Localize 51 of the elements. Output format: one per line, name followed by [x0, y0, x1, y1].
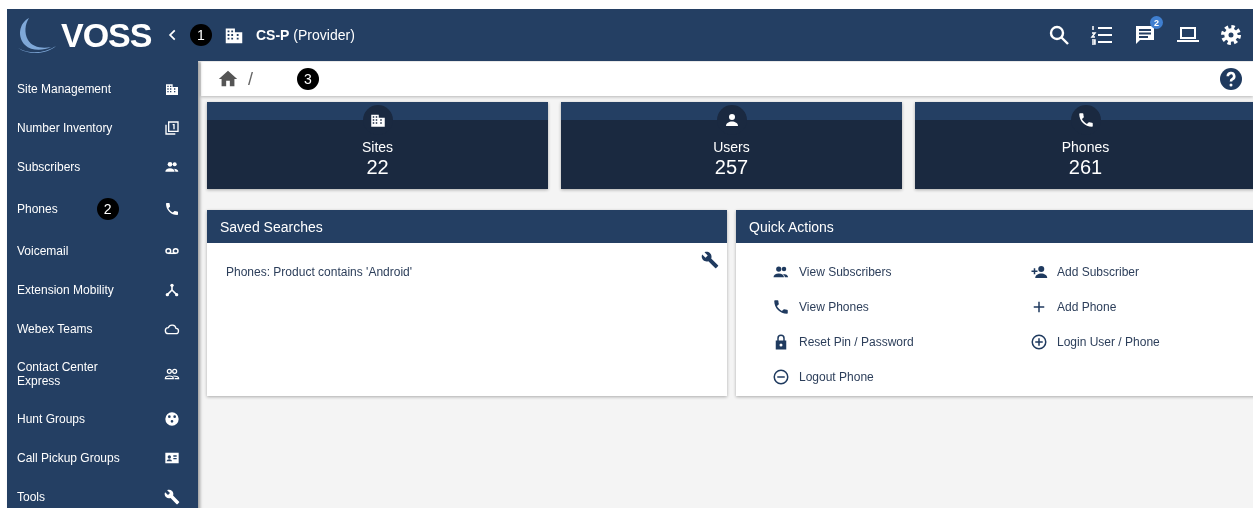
- sidebar-item[interactable]: Site Management: [7, 69, 198, 108]
- minus-circle-icon: [772, 368, 790, 386]
- panel-header: Saved Searches: [207, 210, 727, 243]
- sidebar-item[interactable]: Tools: [7, 477, 198, 508]
- sidebar-item[interactable]: Hunt Groups: [7, 399, 198, 438]
- sidebar-item[interactable]: Number Inventory: [7, 108, 198, 147]
- add-person-icon: [1030, 263, 1048, 281]
- stat-value: 22: [366, 156, 389, 179]
- breadcrumb-separator: /: [248, 68, 253, 90]
- stat-label: Phones: [1061, 139, 1110, 155]
- quick-action[interactable]: Login User / Phone: [1029, 333, 1253, 351]
- callout-marker: 3: [297, 68, 319, 90]
- wrench-icon: [164, 488, 180, 505]
- callout-marker: 1: [190, 24, 212, 46]
- plus-circle-icon: [1030, 333, 1048, 351]
- stat-card[interactable]: Sites 22: [207, 102, 548, 189]
- stat-value: 261: [1068, 156, 1103, 179]
- panel-header: Quick Actions: [736, 210, 1253, 243]
- help-icon[interactable]: [1219, 67, 1243, 91]
- stat-label: Sites: [361, 139, 394, 155]
- context-title: CS-P (Provider): [256, 27, 355, 43]
- notification-badge: 2: [1150, 16, 1163, 29]
- quick-action[interactable]: View Subscribers: [771, 263, 1029, 281]
- stat-card[interactable]: Users 257: [561, 102, 902, 189]
- phone-icon: [772, 298, 790, 316]
- stat-value: 257: [714, 156, 749, 179]
- sidebar-item[interactable]: Voicemail: [7, 231, 198, 270]
- stat-card[interactable]: Phones 261: [915, 102, 1253, 189]
- sidebar-item[interactable]: Extension Mobility: [7, 270, 198, 309]
- sidebar-item[interactable]: Contact Center Express: [7, 348, 198, 399]
- phone-icon: [1076, 111, 1095, 129]
- search-icon[interactable]: [1047, 23, 1071, 47]
- hierarchy-icon: [164, 281, 180, 298]
- wrench-icon[interactable]: [701, 251, 719, 269]
- phone-icon: [164, 200, 180, 217]
- quick-action[interactable]: Add Subscriber: [1029, 263, 1253, 281]
- numbered-list-icon[interactable]: [1090, 23, 1114, 47]
- sidebar-item[interactable]: Webex Teams: [7, 309, 198, 348]
- quick-action[interactable]: Logout Phone: [771, 368, 1029, 386]
- sidebar-item[interactable]: Phones 2: [7, 186, 198, 231]
- sidebar-item[interactable]: Call Pickup Groups: [7, 438, 198, 477]
- saved-search-link[interactable]: Phones: Product contains 'Android': [226, 265, 413, 279]
- stat-label: Users: [713, 139, 750, 155]
- settings-icon[interactable]: [1219, 23, 1243, 47]
- number-box-icon: [164, 119, 180, 136]
- quick-action[interactable]: Add Phone: [1029, 298, 1253, 316]
- callout-marker: 2: [96, 197, 119, 220]
- quick-action[interactable]: Reset Pin / Password: [771, 333, 1029, 351]
- quick-action[interactable]: View Phones: [771, 298, 1029, 316]
- sidebar-item[interactable]: Subscribers: [7, 147, 198, 186]
- logo-text: VOSS: [61, 15, 152, 55]
